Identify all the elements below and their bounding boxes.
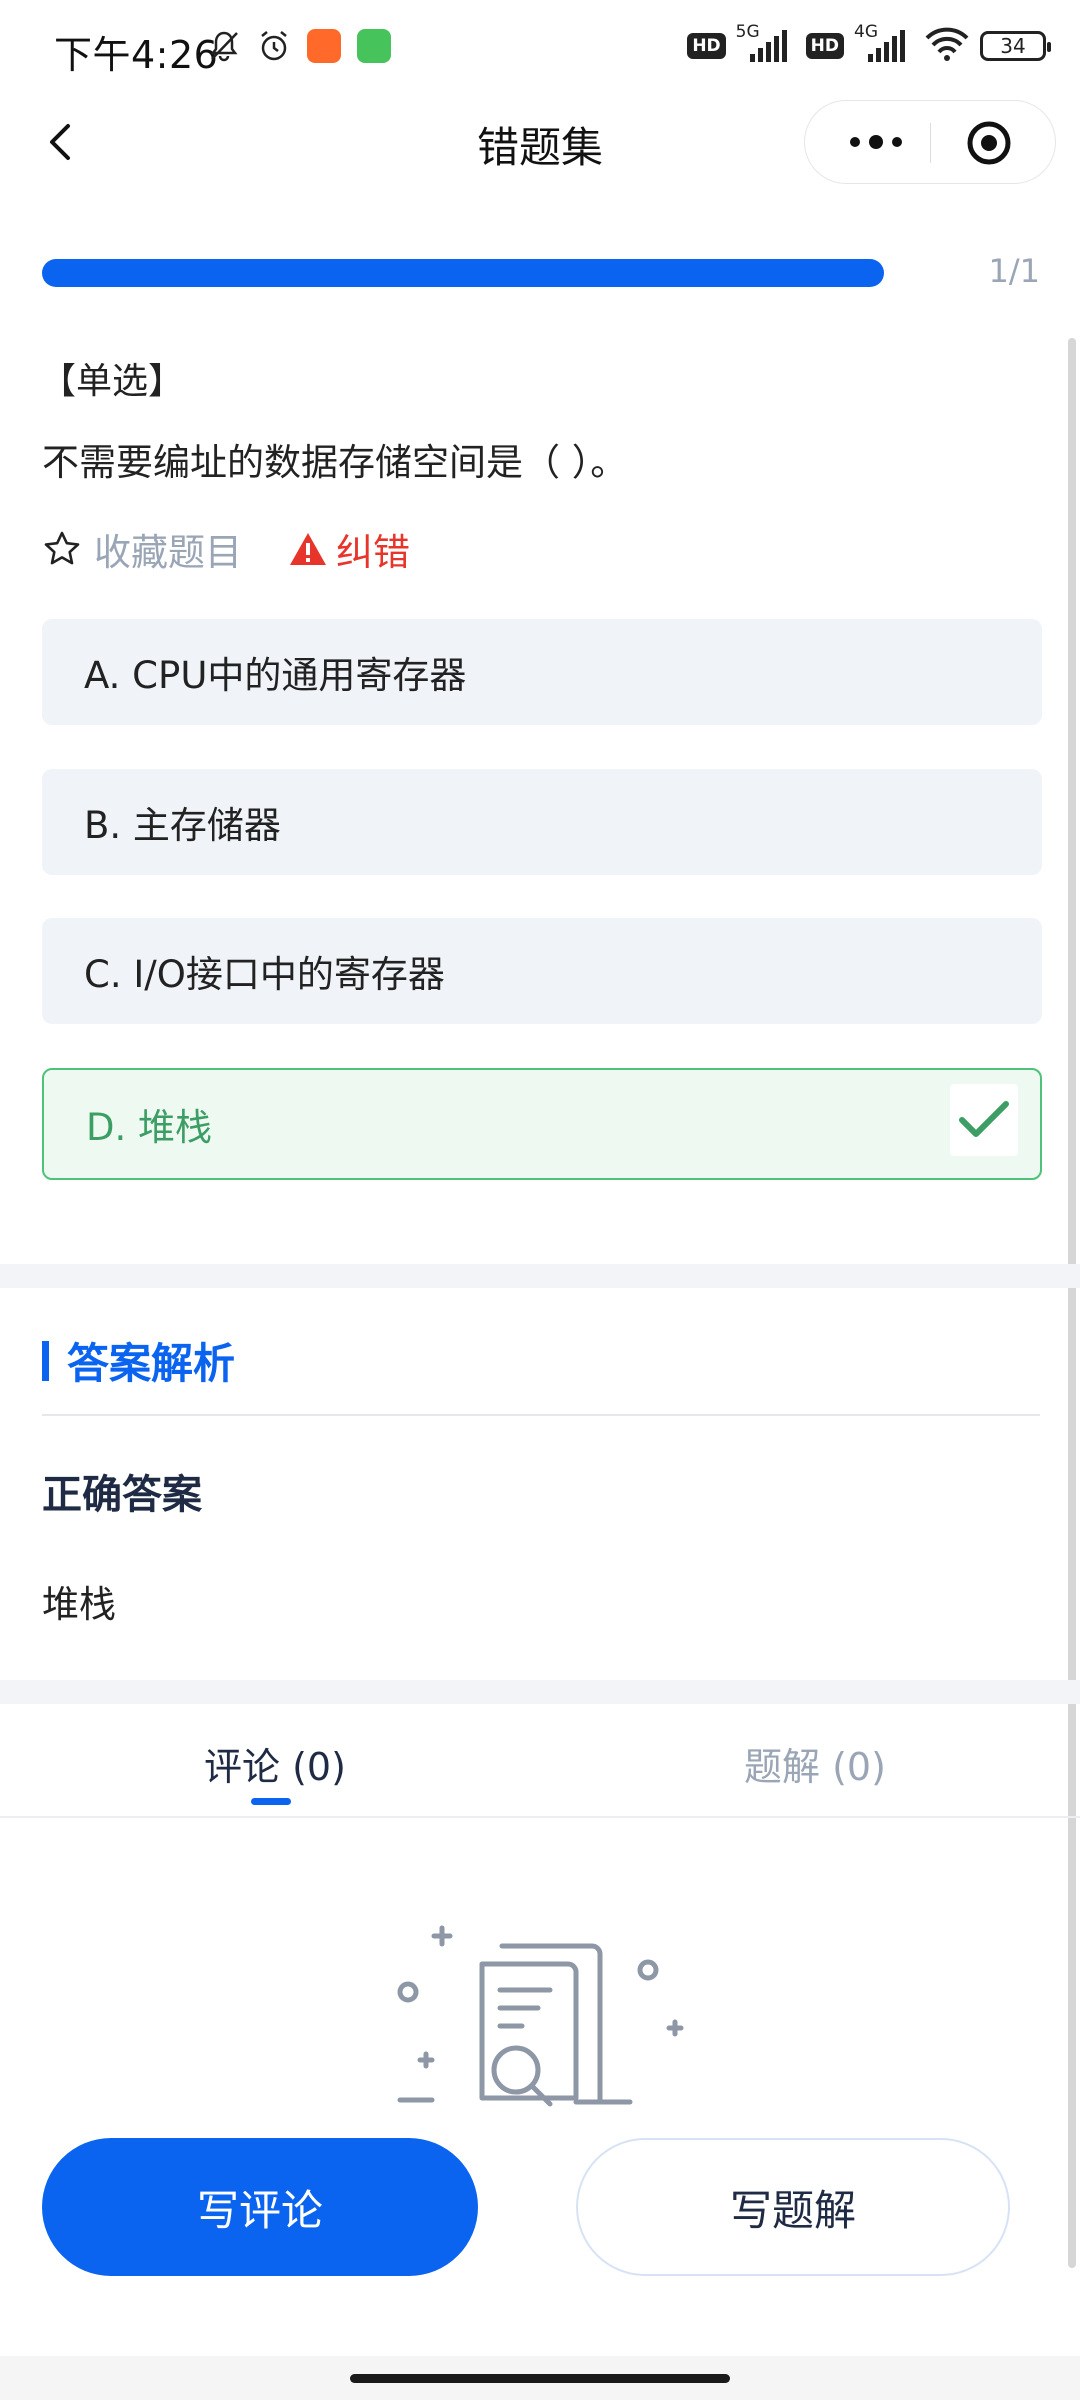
correct-answer-label: 正确答案 xyxy=(42,1472,202,1518)
question-type: 【单选】 xyxy=(40,361,185,402)
write-solution-button[interactable]: 写题解 xyxy=(576,2138,1010,2276)
analysis-section-title: 答案解析 xyxy=(42,1330,235,1391)
progress-bar xyxy=(42,259,884,287)
option-d[interactable]: D. 堆栈 xyxy=(42,1068,1042,1180)
status-bar: 下午4:26 HD 5G HD 4G 34 xyxy=(0,0,1080,96)
more-dots-icon[interactable] xyxy=(841,127,911,157)
empty-document-search-icon xyxy=(390,1918,690,2118)
analysis-divider xyxy=(42,1414,1040,1416)
report-error-button[interactable]: 纠错 xyxy=(288,522,410,576)
battery-indicator: 34 xyxy=(980,31,1051,61)
network-5g-label: 5G xyxy=(735,22,760,42)
close-target-icon[interactable] xyxy=(965,119,1013,167)
home-indicator[interactable] xyxy=(350,2374,730,2383)
report-label: 纠错 xyxy=(336,531,410,574)
option-label: C. I/O接口中的寄存器 xyxy=(84,953,445,996)
alarm-icon xyxy=(256,28,292,64)
taobao-app-icon xyxy=(306,28,342,64)
option-c[interactable]: C. I/O接口中的寄存器 xyxy=(42,918,1042,1024)
signal-4g-icon: 4G xyxy=(854,22,914,66)
question-text: 不需要编址的数据存储空间是（ ）。 xyxy=(42,441,628,484)
option-a[interactable]: A. CPU中的通用寄存器 xyxy=(42,619,1042,725)
status-time: 下午4:26 xyxy=(54,33,219,77)
android-app-icon xyxy=(356,28,392,64)
wifi-icon xyxy=(924,26,970,66)
option-label: B. 主存储器 xyxy=(84,804,281,847)
star-icon xyxy=(44,531,80,565)
nav-bar: 错题集 xyxy=(0,96,1080,188)
section-divider-2 xyxy=(0,1680,1080,1704)
option-b[interactable]: B. 主存储器 xyxy=(42,769,1042,875)
scrollbar[interactable] xyxy=(1068,338,1076,2268)
question-actions: 收藏题目 纠错 xyxy=(42,522,410,576)
hd-badge-2: HD xyxy=(805,33,844,59)
write-comment-button[interactable]: 写评论 xyxy=(42,2138,478,2276)
title-accent-bar xyxy=(42,1340,49,1381)
option-label: D. 堆栈 xyxy=(86,1106,213,1149)
page: 下午4:26 HD 5G HD 4G 34 错题集 1/1 【单选】 不需要编址… xyxy=(0,0,1080,2400)
status-icons-left xyxy=(206,28,392,64)
checkmark-icon xyxy=(950,1084,1018,1156)
analysis-title-text: 答案解析 xyxy=(67,1339,236,1388)
warning-icon xyxy=(290,533,326,565)
section-divider xyxy=(0,1264,1080,1288)
hd-badge: HD xyxy=(687,33,726,59)
option-label: A. CPU中的通用寄存器 xyxy=(84,654,467,697)
status-icons-right: HD 5G HD 4G 34 xyxy=(687,22,1051,66)
capsule-divider xyxy=(930,123,931,163)
mute-icon xyxy=(206,28,242,64)
miniprogram-capsule xyxy=(804,100,1056,184)
network-4g-label: 4G xyxy=(854,22,878,42)
favorite-label: 收藏题目 xyxy=(94,531,242,574)
correct-answer-value: 堆栈 xyxy=(42,1583,116,1626)
tab-solutions[interactable]: 题解 (0) xyxy=(744,1736,886,1791)
active-tab-indicator xyxy=(251,1798,291,1805)
comment-tabs: 评论 (0) 题解 (0) xyxy=(0,1706,1080,1818)
signal-5g-icon: 5G xyxy=(736,22,796,66)
progress-fill xyxy=(42,259,884,287)
tab-comments[interactable]: 评论 (0) xyxy=(204,1736,346,1791)
progress-counter: 1/1 xyxy=(988,252,1041,290)
favorite-button[interactable]: 收藏题目 xyxy=(42,522,242,576)
